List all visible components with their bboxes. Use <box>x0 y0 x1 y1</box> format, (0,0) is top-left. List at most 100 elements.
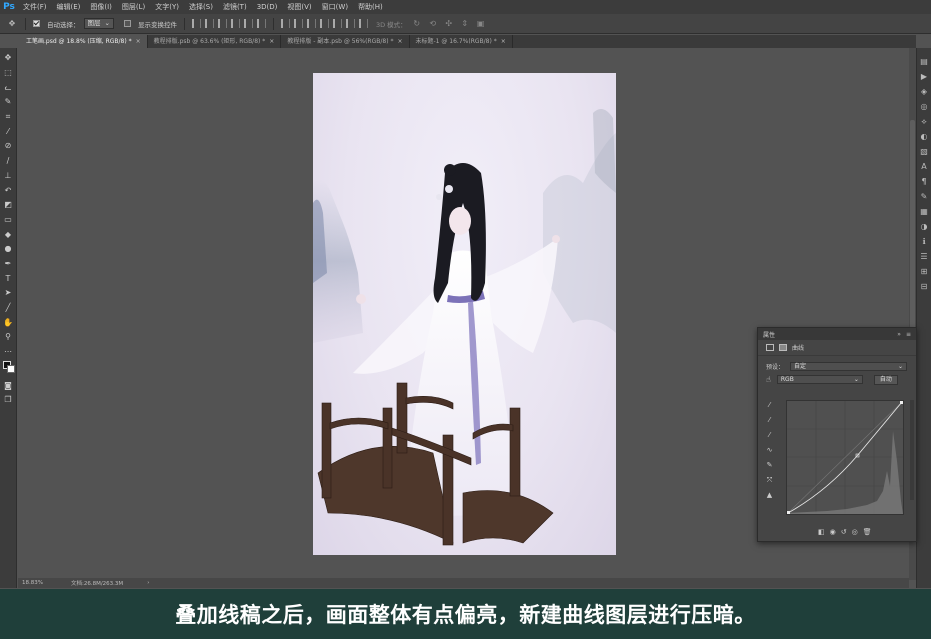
reset-icon[interactable]: ↺ <box>841 528 847 536</box>
close-icon[interactable]: × <box>501 35 506 48</box>
auto-select-checkbox[interactable] <box>33 20 40 27</box>
black-point-eyedropper-icon[interactable]: ⁄ <box>764 400 775 410</box>
auto-select-dropdown[interactable]: 图层 ⌄ <box>83 18 114 29</box>
distribute-hcenter-icon[interactable] <box>332 19 342 28</box>
color-panel-icon[interactable]: ◑ <box>919 221 930 232</box>
menu-edit[interactable]: 编辑(E) <box>52 0 86 14</box>
distribute-vcenter-icon[interactable] <box>293 19 303 28</box>
close-icon[interactable]: × <box>397 35 402 48</box>
tab-gongbihua[interactable]: 工笔画.psd @ 18.8% (压缩, RGB/8) * × <box>20 35 148 48</box>
crop-icon[interactable]: ⌗ <box>2 110 15 124</box>
history-brush-icon[interactable]: ↶ <box>2 183 15 197</box>
properties-panel-icon[interactable]: ☰ <box>919 251 930 262</box>
align-top-icon[interactable] <box>191 19 201 28</box>
channel-dropdown[interactable]: RGB ⌄ <box>776 375 863 384</box>
document-canvas[interactable] <box>313 73 616 555</box>
menu-help[interactable]: 帮助(H) <box>353 0 388 14</box>
move-icon[interactable]: ✥ <box>2 51 15 65</box>
3d-rotate-icon[interactable]: ↻ <box>411 18 423 30</box>
paths-panel-icon[interactable]: ⟡ <box>919 116 930 127</box>
menu-layer[interactable]: 图层(L) <box>117 0 150 14</box>
blur-icon[interactable]: ◆ <box>2 227 15 241</box>
move-tool-preset-icon[interactable]: ✥ <box>6 18 18 30</box>
dodge-icon[interactable]: ● <box>2 242 15 256</box>
3d-scale-icon[interactable]: ▣ <box>475 18 487 30</box>
white-point-eyedropper-icon[interactable]: ⁄ <box>764 430 775 440</box>
3d-roll-icon[interactable]: ⟲ <box>427 18 439 30</box>
collapse-icon[interactable]: » <box>897 331 901 338</box>
distribute-bottom-icon[interactable] <box>306 19 316 28</box>
menu-filter[interactable]: 滤镜(T) <box>218 0 252 14</box>
close-icon[interactable]: × <box>269 35 274 48</box>
close-icon[interactable]: × <box>136 35 141 48</box>
auto-align-icon[interactable] <box>358 19 368 28</box>
trash-icon[interactable]: 🗑 <box>863 528 872 536</box>
align-bottom-icon[interactable] <box>217 19 227 28</box>
target-adjust-icon[interactable]: ☝ <box>766 375 771 384</box>
stamp-icon[interactable]: ⊥ <box>2 169 15 183</box>
adjustment-icon[interactable] <box>766 344 774 351</box>
info-panel-icon[interactable]: ℹ <box>919 236 930 247</box>
background-color[interactable] <box>6 365 15 374</box>
paragraph-panel-icon[interactable]: ¶ <box>919 176 930 187</box>
tab-jiaocheng-copy[interactable]: 教程排版 - 副本.psb @ 56%(RGB/8) * × <box>281 35 410 48</box>
align-left-icon[interactable] <box>230 19 240 28</box>
properties-header[interactable]: 属性 » ≡ <box>758 328 916 340</box>
adjustments-panel-icon[interactable]: ◐ <box>919 131 930 142</box>
view-previous-icon[interactable]: ◉ <box>830 528 836 536</box>
auto-button[interactable]: 自动 <box>873 374 898 385</box>
line-icon[interactable]: ╱ <box>2 301 15 315</box>
eraser-icon[interactable]: ◩ <box>2 198 15 212</box>
menu-type[interactable]: 文字(Y) <box>150 0 184 14</box>
distribute-right-icon[interactable] <box>345 19 355 28</box>
swatches-panel-icon[interactable]: ▦ <box>919 206 930 217</box>
gray-point-eyedropper-icon[interactable]: ⁄ <box>764 415 775 425</box>
gradient-icon[interactable]: ▭ <box>2 213 15 227</box>
brush-icon[interactable]: ∕ <box>2 154 15 168</box>
tab-jiaocheng[interactable]: 教程排版.psb @ 63.6% (矩形, RGB/8) * × <box>148 35 282 48</box>
properties-scrollbar[interactable] <box>910 400 914 500</box>
pen-icon[interactable]: ✒ <box>2 257 15 271</box>
libraries-panel-icon[interactable]: ⊟ <box>919 281 930 292</box>
3d-slide-icon[interactable]: ⇕ <box>459 18 471 30</box>
marquee-icon[interactable]: ⬚ <box>2 66 15 80</box>
layers-panel-icon[interactable]: ◈ <box>919 86 930 97</box>
eyedropper-icon[interactable]: ⁄ <box>2 124 15 138</box>
more-icon[interactable]: ⋯ <box>2 345 15 359</box>
menu-file[interactable]: 文件(F) <box>18 0 52 14</box>
character-panel-icon[interactable]: A <box>919 161 930 172</box>
menu-image[interactable]: 图像(I) <box>85 0 117 14</box>
preset-dropdown[interactable]: 自定 ⌄ <box>790 362 908 371</box>
lasso-icon[interactable]: ᓚ <box>2 80 15 94</box>
brush-panel-icon[interactable]: ✎ <box>919 191 930 202</box>
styles-panel-icon[interactable]: ▧ <box>919 146 930 157</box>
channels-panel-icon[interactable]: ◎ <box>919 101 930 112</box>
tab-untitled[interactable]: 未标题-1 @ 16.7%(RGB/8) * × <box>410 35 513 48</box>
align-vcenter-icon[interactable] <box>204 19 214 28</box>
healing-icon[interactable]: ⊘ <box>2 139 15 153</box>
history-panel-icon[interactable]: ▤ <box>919 56 930 67</box>
distribute-top-icon[interactable] <box>280 19 290 28</box>
clipping-warning-icon[interactable]: ▲ <box>764 490 775 500</box>
screen-mode-icon[interactable]: ❐ <box>2 393 15 407</box>
zoom-level[interactable]: 18.83% <box>22 580 43 586</box>
path-select-icon[interactable]: ➤ <box>2 286 15 300</box>
mask-icon[interactable] <box>779 344 787 351</box>
menu-3d[interactable]: 3D(D) <box>252 0 283 14</box>
color-swatches[interactable] <box>2 359 15 377</box>
zoom-icon[interactable]: ⚲ <box>2 330 15 344</box>
menu-window[interactable]: 窗口(W) <box>317 0 353 14</box>
align-right-icon[interactable] <box>256 19 266 28</box>
status-menu-arrow[interactable]: › <box>147 580 149 586</box>
distribute-left-icon[interactable] <box>319 19 329 28</box>
transform-controls-checkbox[interactable] <box>123 20 131 27</box>
menu-view[interactable]: 视图(V) <box>282 0 316 14</box>
menu-select[interactable]: 选择(S) <box>184 0 218 14</box>
pencil-icon[interactable]: ✎ <box>764 460 775 470</box>
clip-to-layer-icon[interactable]: ◧ <box>818 528 825 536</box>
3d-pan-icon[interactable]: ✣ <box>443 18 455 30</box>
hand-icon[interactable]: ✋ <box>2 315 15 329</box>
align-hcenter-icon[interactable] <box>243 19 253 28</box>
visibility-eye-icon[interactable]: ◎ <box>852 528 858 536</box>
actions-panel-icon[interactable]: ▶ <box>919 71 930 82</box>
